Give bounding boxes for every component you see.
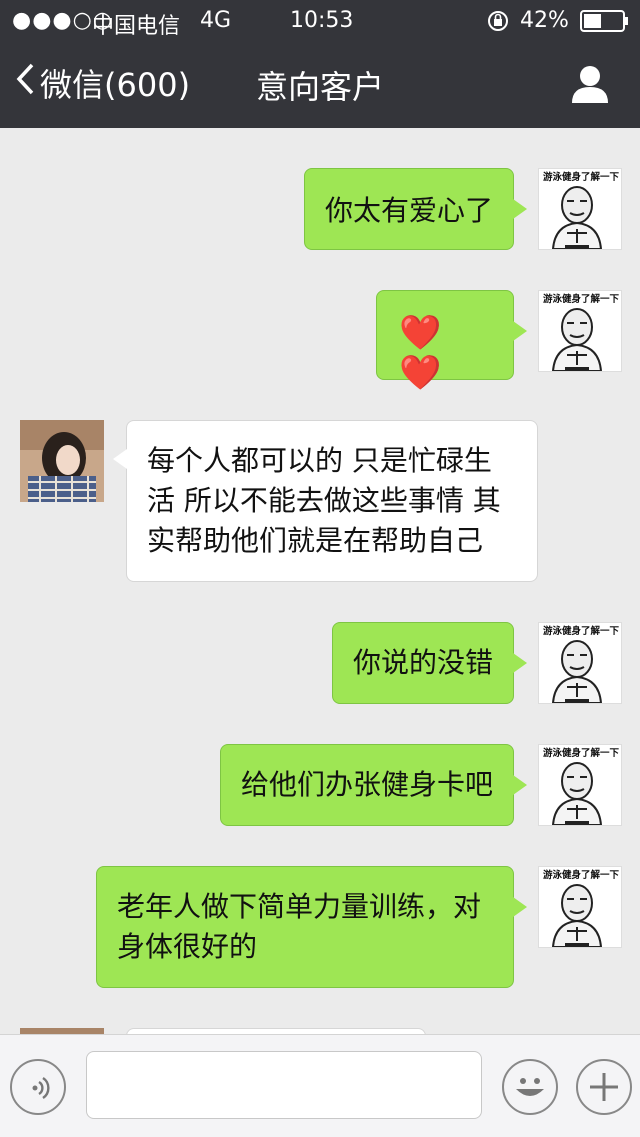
my-message-bubble[interactable]: 你说的没错 [332,622,527,704]
message-list[interactable]: 你太有爱心了 游泳健身了解一下 ❤️ ❤️ 游泳健身了解一下 每个人都可以的 只… [0,128,640,1034]
rotation-lock-icon [486,9,510,39]
battery-percent: 42% [520,8,569,33]
my-message-bubble[interactable]: ❤️ ❤️ [376,290,527,393]
my-message-bubble[interactable]: 给他们办张健身卡吧 [220,744,527,826]
clock: 10:53 [290,8,354,33]
sticker-caption: 游泳健身了解一下 [542,626,619,637]
my-message-bubble[interactable]: 你太有爱心了 [304,168,527,250]
contact-message-bubble[interactable]: 每个人都可以的 只是忙碌生活 所以不能去做这些事情 其实帮助他们就是在帮助自己 [113,420,538,582]
voice-button[interactable] [10,1059,66,1115]
message-input[interactable] [86,1051,482,1119]
my-message-bubble[interactable]: 老年人做下简单力量训练，对身体很好的 [96,866,527,988]
my-avatar[interactable]: 游泳健身了解一下 [538,866,622,948]
top-bar: ●●●○○ 中国电信 4G 10:53 42% 微信(600) 意向客户 [0,0,640,128]
contact-avatar[interactable] [20,420,104,502]
carrier: 中国电信 [92,14,181,39]
my-avatar[interactable]: 游泳健身了解一下 [538,744,622,826]
plus-icon [586,1069,622,1109]
voice-icon [24,1073,54,1107]
sticker-caption: 游泳健身了解一下 [542,870,619,881]
my-avatar[interactable]: 游泳健身了解一下 [538,168,622,250]
sticker-caption: 游泳健身了解一下 [542,172,619,183]
battery-icon [580,10,630,38]
sticker-caption: 游泳健身了解一下 [542,294,619,305]
more-button[interactable] [576,1059,632,1115]
emoji-icon [510,1067,550,1111]
emoji-button[interactable] [502,1059,558,1115]
nav-bar: 微信(600) 意向客户 [0,40,640,128]
my-avatar[interactable]: 游泳健身了解一下 [538,622,622,704]
status-bar: ●●●○○ 中国电信 4G 10:53 42% [0,0,640,40]
input-bar [0,1034,640,1137]
contact-photo-icon [20,420,104,502]
contact-info-button[interactable] [570,64,610,108]
my-avatar[interactable]: 游泳健身了解一下 [538,290,622,372]
person-icon [570,66,610,108]
chat-title: 意向客户 [255,68,384,106]
sticker-caption: 游泳健身了解一下 [542,748,619,759]
network-type: 4G [200,8,232,33]
